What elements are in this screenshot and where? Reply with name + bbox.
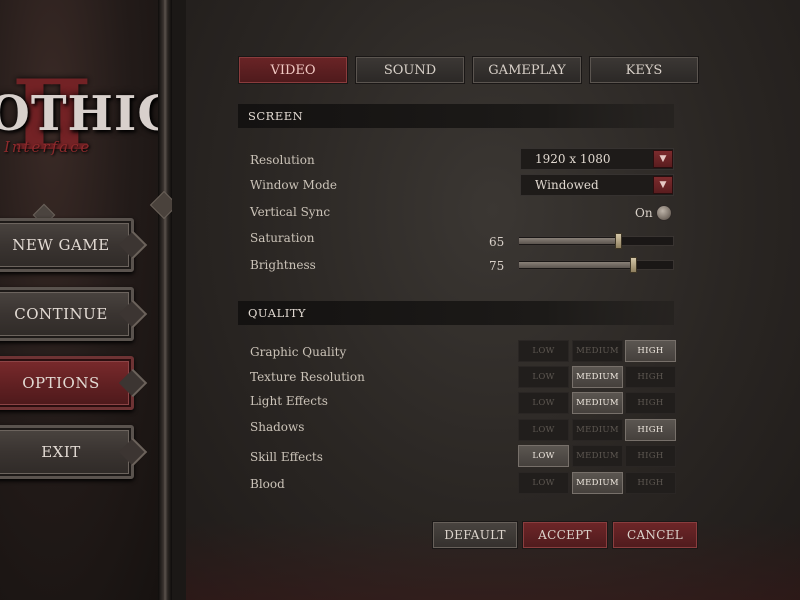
quality-option-low[interactable]: LOW	[518, 419, 569, 441]
arrow-right-icon	[118, 368, 148, 398]
brightness-value: 75	[489, 259, 505, 273]
arrow-right-icon	[118, 230, 148, 260]
section-header-quality: QUALITY	[238, 301, 674, 325]
quality-option-medium[interactable]: MEDIUM	[572, 366, 623, 388]
resolution-select[interactable]: 1920 x 1080 ▼	[520, 148, 674, 170]
cancel-button[interactable]: CANCEL	[612, 521, 698, 549]
quality-option-high[interactable]: HIGH	[625, 392, 676, 414]
quality-option-high[interactable]: HIGH	[625, 340, 676, 362]
brightness-fill	[519, 262, 633, 268]
quality-option-high[interactable]: HIGH	[625, 366, 676, 388]
options-button[interactable]: OPTIONS	[0, 356, 148, 410]
vsync-toggle[interactable]	[656, 205, 672, 221]
saturation-value: 65	[489, 235, 505, 249]
exit-label: EXIT	[41, 443, 81, 461]
tab-keys[interactable]: KEYS	[589, 56, 699, 84]
quality-row-label: Shadows	[250, 420, 305, 434]
quality-option-medium[interactable]: MEDIUM	[572, 340, 623, 362]
saturation-label: Saturation	[250, 231, 315, 245]
saturation-fill	[519, 238, 618, 244]
quality-option-medium[interactable]: MEDIUM	[572, 419, 623, 441]
vsync-value: On	[635, 206, 653, 220]
brightness-slider[interactable]	[518, 257, 674, 273]
quality-option-high[interactable]: HIGH	[625, 445, 676, 467]
accept-button[interactable]: ACCEPT	[522, 521, 608, 549]
chevron-down-icon[interactable]: ▼	[653, 150, 673, 168]
quality-option-low[interactable]: LOW	[518, 340, 569, 362]
tab-gameplay[interactable]: GAMEPLAY	[472, 56, 582, 84]
saturation-slider-handle[interactable]	[614, 233, 622, 249]
section-header-screen: SCREEN	[238, 104, 674, 128]
quality-option-low[interactable]: LOW	[518, 366, 569, 388]
continue-button[interactable]: CONTINUE	[0, 287, 148, 341]
quality-row-label: Skill Effects	[250, 450, 323, 464]
resolution-value: 1920 x 1080	[535, 152, 611, 166]
panel-border	[158, 0, 172, 600]
quality-option-low[interactable]: LOW	[518, 445, 569, 467]
brightness-label: Brightness	[250, 258, 316, 272]
quality-row-label: Blood	[250, 477, 285, 491]
logo-title: OTHIC	[0, 86, 172, 142]
default-button[interactable]: DEFAULT	[432, 521, 518, 549]
resolution-label: Resolution	[250, 153, 315, 167]
logo-subtitle: r Interface	[0, 138, 92, 156]
quality-option-low[interactable]: LOW	[518, 472, 569, 494]
arrow-right-icon	[118, 437, 148, 467]
new-game-button[interactable]: NEW GAME	[0, 218, 148, 272]
main-menu-panel: II OTHIC r Interface NEW GAME CONTINUE O…	[0, 0, 172, 600]
window-mode-value: Windowed	[535, 178, 599, 192]
exit-button[interactable]: EXIT	[0, 425, 148, 479]
new-game-label: NEW GAME	[12, 236, 110, 254]
quality-option-medium[interactable]: MEDIUM	[572, 392, 623, 414]
tab-video[interactable]: VIDEO	[238, 56, 348, 84]
quality-option-high[interactable]: HIGH	[625, 419, 676, 441]
vsync-label: Vertical Sync	[250, 205, 331, 219]
saturation-slider[interactable]	[518, 233, 674, 249]
quality-row-label: Light Effects	[250, 394, 328, 408]
options-label: OPTIONS	[22, 374, 100, 392]
window-mode-select[interactable]: Windowed ▼	[520, 174, 674, 196]
quality-option-medium[interactable]: MEDIUM	[572, 472, 623, 494]
quality-option-high[interactable]: HIGH	[625, 472, 676, 494]
arrow-right-icon	[118, 299, 148, 329]
quality-option-medium[interactable]: MEDIUM	[572, 445, 623, 467]
options-panel: VIDEO SOUND GAMEPLAY KEYS SCREEN Resolut…	[186, 0, 800, 600]
continue-label: CONTINUE	[14, 305, 108, 323]
chevron-down-icon[interactable]: ▼	[653, 176, 673, 194]
game-logo: II OTHIC r Interface	[0, 68, 172, 188]
tab-sound[interactable]: SOUND	[355, 56, 465, 84]
window-mode-label: Window Mode	[250, 178, 337, 192]
quality-row-label: Graphic Quality	[250, 345, 347, 359]
quality-row-label: Texture Resolution	[250, 370, 365, 384]
brightness-slider-handle[interactable]	[630, 257, 637, 273]
quality-option-low[interactable]: LOW	[518, 392, 569, 414]
